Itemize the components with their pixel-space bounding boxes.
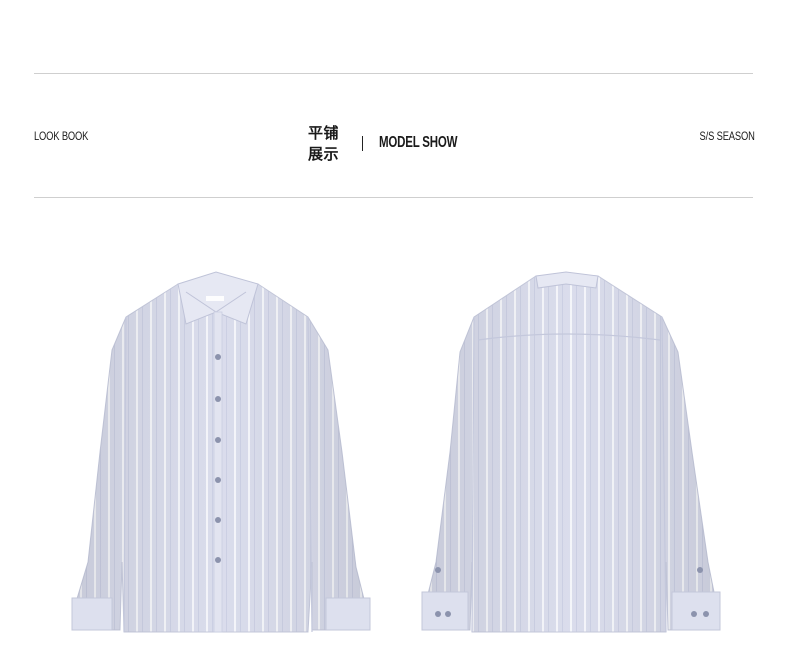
section-title: 平铺展示 MODEL SHOW bbox=[308, 122, 488, 164]
section-header: LOOK BOOK 平铺展示 MODEL SHOW S/S SEASON bbox=[0, 120, 790, 163]
season-label: S/S SEASON bbox=[699, 129, 755, 143]
left-cuff bbox=[71, 597, 113, 631]
top-divider bbox=[34, 73, 753, 74]
back-right-cuff bbox=[671, 591, 721, 631]
shirt-back-image bbox=[421, 271, 721, 633]
section-title-cn: 平铺展示 bbox=[308, 124, 340, 163]
look-book-label: LOOK BOOK bbox=[34, 129, 89, 143]
right-cuff bbox=[325, 597, 371, 631]
shirt-front-image bbox=[71, 271, 371, 633]
title-separator bbox=[362, 135, 364, 151]
section-title-en: MODEL SHOW bbox=[379, 134, 458, 151]
back-left-cuff bbox=[421, 591, 469, 631]
bottom-divider bbox=[34, 197, 753, 198]
